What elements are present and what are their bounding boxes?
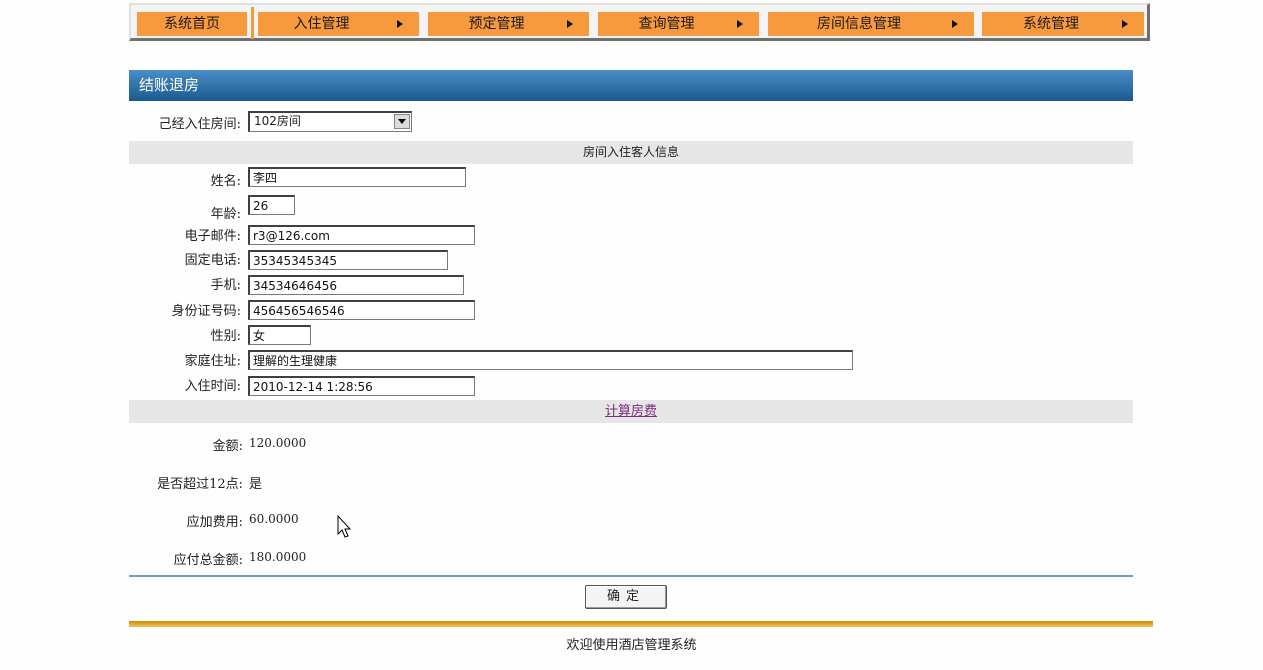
nav-item-label: 预定管理 xyxy=(468,16,525,32)
address-label: 家庭住址: xyxy=(184,354,241,369)
gender-label: 性别: xyxy=(210,329,241,344)
email-field[interactable]: r3@126.com xyxy=(248,225,475,245)
arrow-right-icon xyxy=(397,20,403,28)
extra-fee-label: 应加费用: xyxy=(186,515,243,530)
nav-query-mgmt[interactable]: 查询管理 xyxy=(598,12,759,36)
checkin-label: 入住时间: xyxy=(184,379,241,394)
phone-label: 固定电话: xyxy=(184,253,241,268)
nav-checkin-mgmt[interactable]: 入住管理 xyxy=(258,12,419,36)
email-label: 电子邮件: xyxy=(184,229,241,244)
calculate-fee-link[interactable]: 计算房费 xyxy=(605,404,657,419)
footer-divider xyxy=(129,621,1153,627)
nav-room-info-mgmt[interactable]: 房间信息管理 xyxy=(768,12,974,36)
mobile-field[interactable]: 34534646456 xyxy=(248,275,464,295)
nav-item-label: 房间信息管理 xyxy=(817,16,901,32)
age-label: 年龄: xyxy=(210,207,241,222)
total-label: 应付总金额: xyxy=(173,553,243,568)
arrow-right-icon xyxy=(1122,20,1128,28)
over-noon-value: 是 xyxy=(249,477,263,492)
top-nav: 系统首页 入住管理 预定管理 查询管理 房间信息管理 系统管理 xyxy=(129,3,1150,41)
nav-reservation-mgmt[interactable]: 预定管理 xyxy=(428,12,589,36)
address-field[interactable]: 理解的生理健康 xyxy=(248,350,853,370)
nav-item-label: 入住管理 xyxy=(293,16,350,32)
room-select-value: 102房间 xyxy=(254,114,301,128)
name-field[interactable]: 李四 xyxy=(248,167,466,187)
nav-system-mgmt[interactable]: 系统管理 xyxy=(982,12,1144,36)
mouse-cursor-icon xyxy=(337,515,352,538)
nav-home-label: 系统首页 xyxy=(164,16,220,32)
footer-text: 欢迎使用酒店管理系统 xyxy=(566,638,697,653)
age-field[interactable]: 26 xyxy=(248,195,295,215)
mobile-label: 手机: xyxy=(210,278,241,293)
arrow-right-icon xyxy=(737,20,743,28)
amount-value: 120.0000 xyxy=(249,436,307,450)
gender-field[interactable]: 女 xyxy=(248,325,311,345)
id-number-label: 身份证号码: xyxy=(171,304,241,319)
phone-field[interactable]: 35345345345 xyxy=(248,250,448,270)
amount-label: 金额: xyxy=(212,439,243,454)
calc-band: 计算房费 xyxy=(129,400,1133,423)
arrow-right-icon xyxy=(952,20,958,28)
total-value: 180.0000 xyxy=(249,550,307,564)
confirm-button[interactable]: 确定 xyxy=(585,585,667,609)
panel-title: 结账退房 xyxy=(129,70,1133,101)
name-label: 姓名: xyxy=(210,174,241,189)
id-number-field[interactable]: 456456546546 xyxy=(248,300,475,320)
nav-item-label: 查询管理 xyxy=(638,16,695,32)
nav-separator xyxy=(251,7,254,39)
guest-section-header: 房间入住客人信息 xyxy=(129,141,1133,164)
nav-item-label: 系统管理 xyxy=(1023,16,1079,32)
arrow-right-icon xyxy=(567,20,573,28)
extra-fee-value: 60.0000 xyxy=(249,512,299,526)
chevron-down-icon[interactable] xyxy=(394,114,410,129)
divider xyxy=(129,575,1133,577)
over-noon-label: 是否超过12点: xyxy=(157,477,243,492)
checkin-field[interactable]: 2010-12-14 1:28:56 xyxy=(248,376,475,396)
room-select[interactable]: 102房间 xyxy=(248,111,412,132)
room-label: 己经入住房间: xyxy=(158,117,241,132)
nav-home[interactable]: 系统首页 xyxy=(137,12,247,36)
